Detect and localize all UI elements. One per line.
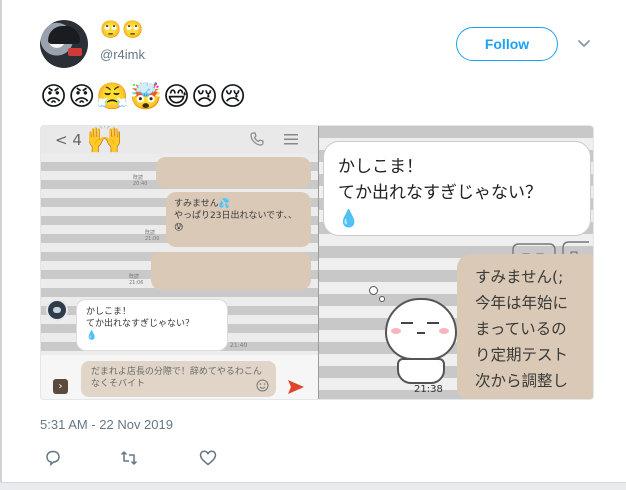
sticker-bubble [379,296,385,302]
phone-icon [250,132,264,146]
expand-icon: › [53,379,68,394]
reply-icon[interactable] [44,449,62,467]
avatar-hair [48,26,80,44]
left-chat-screenshot: < 4 🙌 既読 20:40 すみません💦 やっぱり23日出れないです、、😰 既… [41,125,318,399]
back-button: < 4 [55,131,82,149]
contact-avatar [46,299,68,321]
display-name[interactable]: 🙄🙄 [100,20,144,40]
sent-bubble-apology: すみません💦 やっぱり23日出れないです、、😰 [166,192,311,247]
received-bubble-zoomed: かしこま！ てか出れなすぎじゃない？ 💧 [323,141,591,236]
menu-icon [284,134,298,145]
sticker-bubble [369,286,378,295]
unread-count: 4 [72,131,82,149]
read-time: 既読 21:06 [129,274,144,286]
sticker-time: 21:38 [414,384,443,395]
avatar[interactable] [40,20,88,68]
tweet-text: 😡😡😤🤯😅😢😢 [40,82,248,112]
message-time: 21:40 [230,342,248,349]
chat-header: < 4 🙌 [41,125,318,156]
tweet-timestamp[interactable]: 5:31 AM - 22 Nov 2019 [40,417,173,432]
avatar-accent [68,48,82,56]
sent-bubble-zoomed: すみません(; 今年は年始に まっているの り定期テスト 次から調整し [457,254,593,399]
received-bubble: かしこま！ てか出れなすぎじゃない？ 💧 [76,299,228,351]
message-input: だまれよ店長の分際で！辞めてやるわこんなくそバイト [81,361,276,397]
window-edge [0,0,2,490]
read-time: 既読 20:40 [133,175,148,187]
sticker-cheek [391,328,401,334]
message-input-bar: › だまれよ店長の分際で！辞めてやるわこんなくそバイト [41,355,318,399]
follow-button[interactable]: Follow [456,27,558,61]
chevron-down-icon[interactable] [577,36,591,50]
window-bottom-edge [0,482,626,490]
read-time: 既読 21:00 [145,230,160,242]
sticker-mouth [417,332,425,334]
sent-bubble-blurred [151,252,311,290]
like-icon[interactable] [199,449,217,467]
right-chat-screenshot: かしこま！ てか出れなすぎじゃない？ 💧 21:38 すみません(; 今年は年始… [319,126,593,399]
sticker-eye [427,322,439,324]
sticker-eye [401,322,413,324]
clap-emoji: 🙌 [86,125,124,156]
user-handle[interactable]: @r4imk [100,47,145,62]
retweet-icon[interactable] [120,449,138,467]
sticker-cheek [439,328,449,334]
smile-icon [256,379,269,392]
mochi-sticker [369,286,465,391]
tweet-media[interactable]: < 4 🙌 既読 20:40 すみません💦 やっぱり23日出れないです、、😰 既… [40,125,594,400]
sent-bubble-blurred [156,157,311,188]
send-icon [288,380,304,394]
sticker-legs [397,358,445,384]
